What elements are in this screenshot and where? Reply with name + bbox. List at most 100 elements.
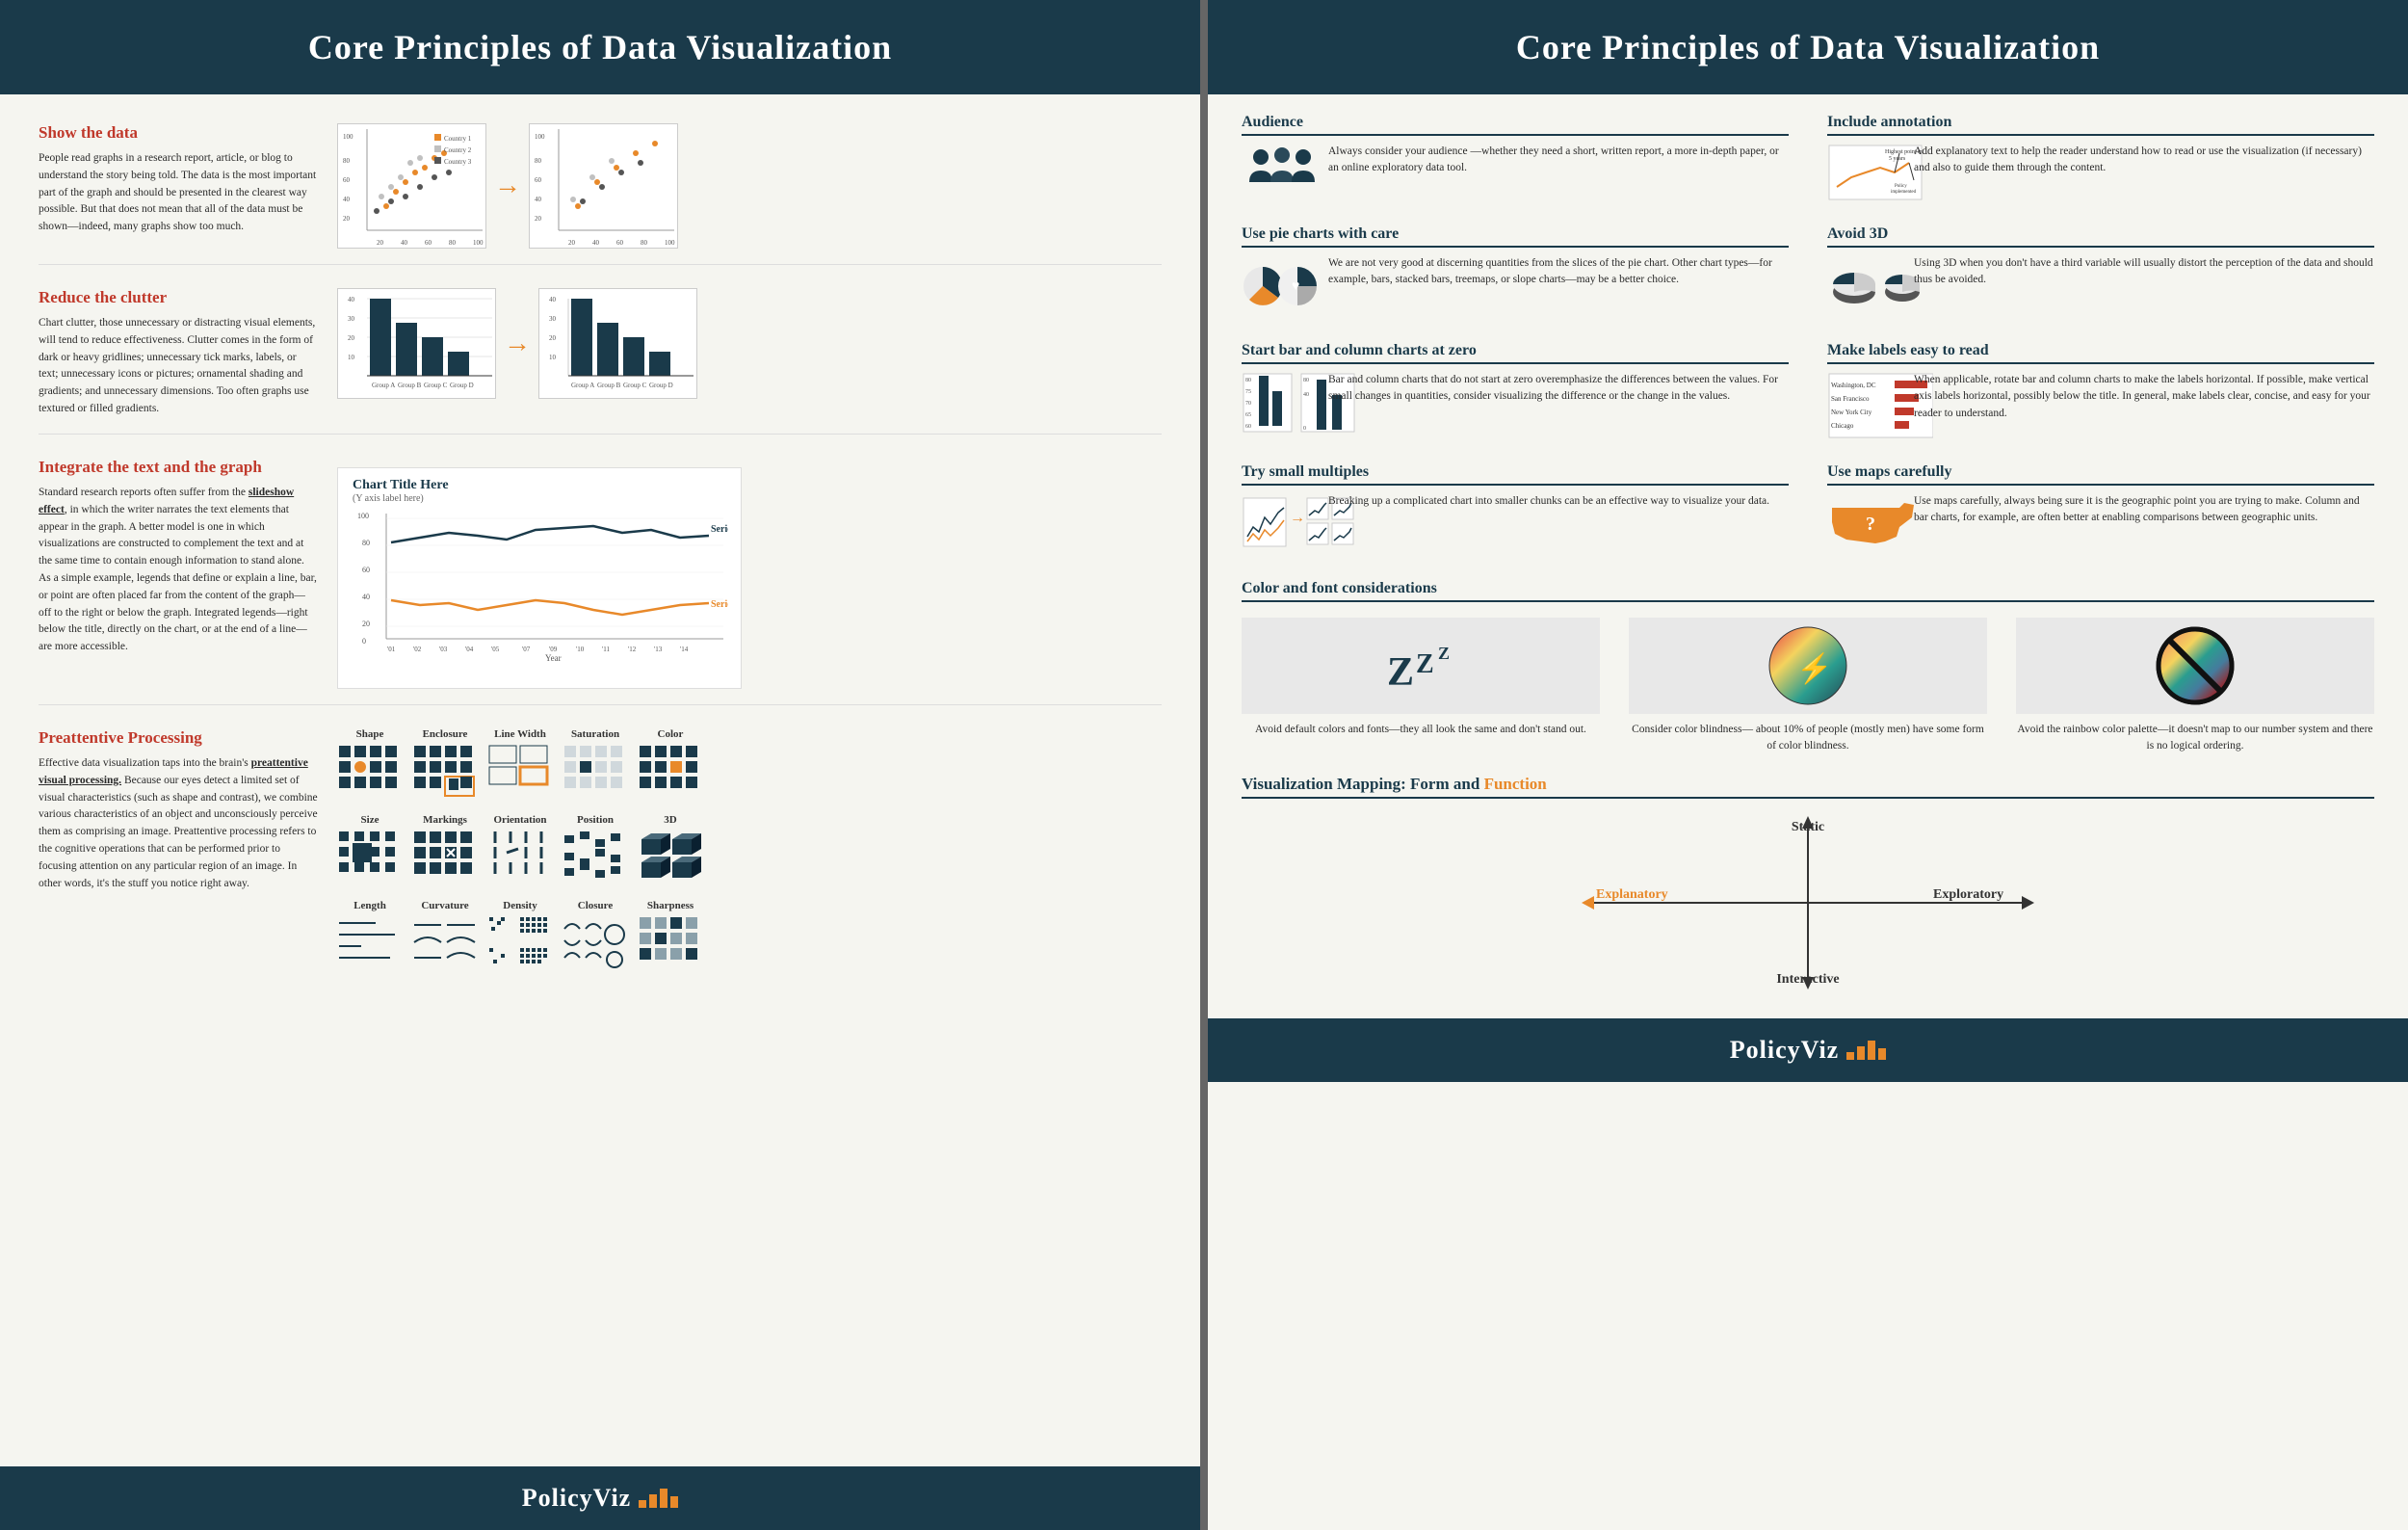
- rp-labels-title: Make labels easy to read: [1827, 342, 2374, 364]
- preattentive-enclosure: Enclosure: [412, 728, 478, 805]
- line-width-label: Line Width: [487, 728, 553, 740]
- svg-text:⚡: ⚡: [1796, 651, 1832, 686]
- svg-text:Group B: Group B: [597, 382, 621, 389]
- svg-text:'03: '03: [439, 646, 448, 653]
- shape-svg: [337, 744, 403, 800]
- svg-text:20: 20: [377, 239, 384, 247]
- right-panel-content: Audience Always consider you: [1208, 94, 2408, 1018]
- color-label: Color: [638, 728, 703, 740]
- svg-text:30: 30: [348, 315, 355, 323]
- preattentive-body: Effective data visualization taps into t…: [39, 755, 318, 893]
- color-font-item-2: ⚡ Consider color blindness— about 10% of…: [1629, 618, 1987, 755]
- labels-icon-area: Washington, DC San Francisco New York Ci…: [1827, 372, 1904, 444]
- right-logo-bars: [1846, 1041, 1886, 1060]
- rp-annotation-text: Add explanatory text to help the reader …: [1914, 144, 2374, 177]
- orientation-label: Orientation: [487, 814, 553, 826]
- line-chart-svg: 100 80 60 40 20 0: [353, 509, 728, 663]
- footer-bar-1: [639, 1500, 646, 1508]
- density-svg: [487, 915, 553, 971]
- svg-text:Z: Z: [1438, 644, 1450, 663]
- section-show-data: Show the data People read graphs in a re…: [39, 123, 1162, 265]
- svg-text:100: 100: [343, 133, 353, 141]
- svg-text:30: 30: [549, 315, 557, 323]
- viz-mapping-diagram: Static Interactive Explanatory Explorato…: [1242, 806, 2374, 999]
- 3d-svg: [638, 830, 703, 885]
- annotation-icon-area: Highest point in 5 years Policy implemen…: [1827, 144, 1904, 206]
- svg-text:70: 70: [1245, 401, 1251, 407]
- rp-audience-body: Always consider your audience —whether t…: [1242, 144, 1789, 206]
- svg-text:60: 60: [535, 176, 542, 184]
- r-footer-bar-1: [1846, 1052, 1854, 1060]
- scatter-svg-before: 100 80 60 40 20 20 40 60 80 100: [338, 124, 487, 250]
- svg-text:Policy: Policy: [1895, 184, 1907, 189]
- svg-text:Group A: Group A: [571, 382, 594, 389]
- svg-text:'14: '14: [680, 646, 689, 653]
- r-footer-bar-3: [1868, 1041, 1875, 1060]
- integrate-text-col: Integrate the text and the graph Standar…: [39, 458, 318, 689]
- pie-icon-area: ♥: [1242, 255, 1319, 323]
- show-data-title: Show the data: [39, 123, 318, 143]
- left-logo-bars: [639, 1489, 678, 1508]
- preattentive-bold: preattentive visual processing.: [39, 757, 308, 786]
- rp-color-font-items: Z Z Z Avoid default colors and fonts—the…: [1242, 618, 2374, 755]
- svg-text:100: 100: [535, 133, 545, 141]
- pie-svg: ♥: [1242, 255, 1319, 318]
- show-data-charts: 100 80 60 40 20 20 40 60 80 100: [337, 123, 1162, 249]
- markings-label: Markings: [412, 814, 478, 826]
- center-divider: [1200, 0, 1208, 1530]
- line-width-svg: [487, 744, 553, 800]
- svg-text:'05: '05: [491, 646, 500, 653]
- colorblind-svg: ⚡: [1765, 622, 1851, 709]
- svg-text:Group C: Group C: [623, 382, 647, 389]
- color-font-text-3: Avoid the rainbow color palette—it doesn…: [2016, 722, 2374, 755]
- rp-color-font-title: Color and font considerations: [1242, 580, 2374, 602]
- viz-mapping-svg: Static Interactive Explanatory Explorato…: [1567, 811, 2049, 994]
- svg-text:?: ?: [1866, 514, 1875, 535]
- position-svg: [563, 830, 628, 885]
- footer-bar-2: [649, 1494, 657, 1508]
- svg-text:65: 65: [1245, 412, 1251, 418]
- audience-svg: [1242, 144, 1319, 201]
- svg-text:0: 0: [362, 637, 366, 646]
- left-panel: Core Principles of Data Visualization Sh…: [0, 0, 1200, 1530]
- svg-text:Country 3: Country 3: [444, 158, 472, 166]
- rp-start-at-zero: Start bar and column charts at zero 80 7…: [1242, 342, 1789, 444]
- rp-viz-mapping-title: Visualization Mapping: Form and Function: [1242, 775, 2374, 799]
- footer-bar-4: [670, 1496, 678, 1508]
- rp-labels-body: Washington, DC San Francisco New York Ci…: [1827, 372, 2374, 444]
- rp-small-multiples: Try small multiples →: [1242, 463, 1789, 561]
- reduce-clutter-title: Reduce the clutter: [39, 288, 318, 307]
- svg-text:Z: Z: [1416, 649, 1434, 679]
- right-panel-header: Core Principles of Data Visualization: [1208, 0, 2408, 94]
- svg-text:80: 80: [343, 157, 351, 165]
- reduce-clutter-text-col: Reduce the clutter Chart clutter, those …: [39, 288, 318, 418]
- preattentive-length: Length: [337, 900, 403, 976]
- bar-arrow: →: [504, 329, 531, 359]
- rainbow-visual: [2016, 618, 2374, 714]
- density-label: Density: [487, 900, 553, 911]
- reduce-clutter-charts: 40 30 20 10 Group A: [337, 288, 1162, 418]
- right-logo-text: PolicyViz: [1730, 1036, 1839, 1065]
- color-font-item-3: Avoid the rainbow color palette—it doesn…: [2016, 618, 2374, 755]
- section-reduce-clutter: Reduce the clutter Chart clutter, those …: [39, 288, 1162, 435]
- preattentive-markings: Markings: [412, 814, 478, 890]
- svg-text:Group C: Group C: [424, 382, 448, 389]
- svg-text:Z: Z: [1387, 650, 1414, 695]
- length-svg: [337, 915, 403, 971]
- svg-text:Interactive: Interactive: [1776, 972, 1839, 987]
- right-panel-footer: PolicyViz: [1208, 1018, 2408, 1082]
- svg-text:Group D: Group D: [649, 382, 673, 389]
- svg-text:80: 80: [641, 239, 648, 247]
- svg-text:40: 40: [362, 593, 370, 601]
- rp-audience-text: Always consider your audience —whether t…: [1328, 144, 1789, 177]
- svg-text:80: 80: [449, 239, 457, 247]
- left-panel-title: Core Principles of Data Visualization: [19, 27, 1181, 67]
- preattentive-position: Position: [563, 814, 628, 890]
- svg-text:Series 2: Series 2: [711, 599, 728, 610]
- rp-maps-body: ? Use maps carefully, always being sure …: [1827, 493, 2374, 561]
- line-chart-col: Chart Title Here (Y axis label here) 100…: [337, 458, 1162, 689]
- footer-bar-3: [660, 1489, 667, 1508]
- rp-zero-body: 80 75 70 65 60 80 40 0: [1242, 372, 1789, 444]
- preattentive-orientation: Orientation: [487, 814, 553, 890]
- viz-mapping-function: Function: [1484, 775, 1547, 793]
